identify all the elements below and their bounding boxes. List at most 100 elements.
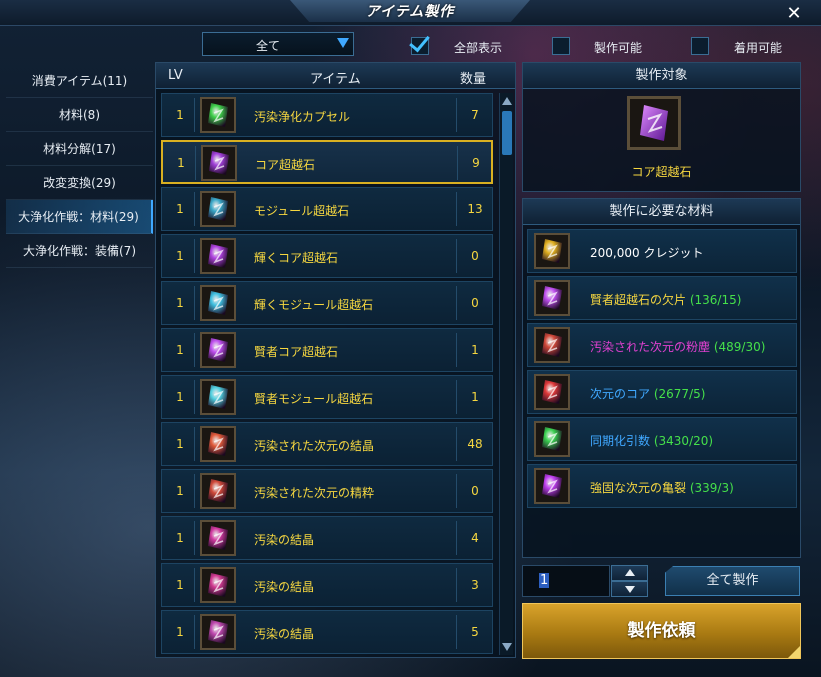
list-scrollbar[interactable]: [499, 93, 513, 655]
item-level: 1: [176, 249, 184, 263]
item-quantity: 1: [471, 390, 479, 404]
craft-target-header: 製作対象: [523, 63, 800, 89]
dimension-core-icon: [534, 374, 570, 410]
list-item[interactable]: 1 汚染浄化カプセル 7: [161, 93, 493, 137]
item-level: 1: [176, 484, 184, 498]
divider: [456, 521, 457, 555]
craft-request-button[interactable]: 製作依頼: [522, 603, 801, 659]
divider: [195, 146, 196, 180]
item-list-panel: LV アイテム 数量 1 汚染浄化カプセル 7 1 コア超越石 9 1 モジュール超越石 13 1…: [155, 62, 516, 658]
dimension-dust-icon: [534, 327, 570, 363]
list-header: LV アイテム 数量: [156, 63, 515, 89]
wearable-checkbox[interactable]: [691, 37, 709, 55]
material-label: 200,000 クレジット: [590, 244, 703, 261]
item-name: 輝くモジュール超越石: [254, 298, 374, 312]
scroll-thumb[interactable]: [502, 111, 512, 155]
arrow-down-icon: [625, 586, 635, 593]
divider: [194, 427, 195, 461]
item-name: 賢者モジュール超越石: [254, 392, 374, 406]
list-item[interactable]: 1 輝くコア超越石 0: [161, 234, 493, 278]
show-all-checkbox[interactable]: [411, 37, 429, 55]
module-stone-icon: [200, 191, 236, 227]
sidebar-item-purification-materials[interactable]: 大浄化作戦：材料(29): [6, 200, 153, 234]
sidebar-item-purification-equipment[interactable]: 大浄化作戦：装備(7): [6, 234, 153, 268]
list-item[interactable]: 1 賢者コア超越石 1: [161, 328, 493, 372]
sage-shard-icon: [534, 280, 570, 316]
scroll-down-icon[interactable]: [502, 643, 512, 651]
divider: [456, 192, 457, 226]
item-name: 汚染の結晶: [254, 533, 315, 547]
category-dropdown[interactable]: 全て: [202, 32, 354, 56]
divider: [456, 333, 457, 367]
material-label: 同期化引数 (3430/20): [590, 432, 713, 449]
header-item: アイテム: [310, 72, 361, 87]
list-item[interactable]: 1 汚染の結晶 4: [161, 516, 493, 560]
material-label: 強固な次元の亀裂 (339/3): [590, 479, 734, 496]
craft-target-panel: 製作対象 コア超越石: [522, 62, 801, 192]
sidebar-item-modification[interactable]: 改変変換(29): [6, 166, 153, 200]
material-name: 汚染された次元の粉塵: [590, 340, 711, 354]
make-all-button[interactable]: 全て製作: [665, 566, 800, 596]
divider: [194, 333, 195, 367]
item-quantity: 5: [471, 625, 479, 639]
divider: [194, 521, 195, 555]
shining-core-stone-icon: [200, 238, 236, 274]
sidebar-item-consumables[interactable]: 消費アイテム(11): [6, 64, 153, 98]
divider: [194, 568, 195, 602]
material-count: (339/3): [689, 481, 734, 495]
item-quantity: 9: [472, 156, 480, 170]
material-item: 200,000 クレジット: [527, 229, 797, 273]
item-level: 1: [176, 343, 184, 357]
window-title: アイテム製作: [365, 4, 455, 20]
quantity-input[interactable]: 1: [522, 565, 610, 597]
divider: [457, 146, 458, 180]
list-item[interactable]: 1 コア超越石 9: [161, 140, 493, 184]
list-item[interactable]: 1 汚染の結晶 5: [161, 610, 493, 654]
list-item[interactable]: 1 モジュール超越石 13: [161, 187, 493, 231]
shining-module-stone-icon: [200, 285, 236, 321]
item-quantity: 13: [467, 202, 483, 216]
divider: [456, 98, 457, 132]
item-name: 汚染浄化カプセル: [254, 110, 351, 124]
quantity-increment[interactable]: [611, 565, 648, 581]
dimension-rift-icon: [534, 468, 570, 504]
list-item[interactable]: 1 汚染の結晶 3: [161, 563, 493, 607]
divider: [456, 427, 457, 461]
material-name: 同期化引数: [590, 434, 651, 448]
item-level: 1: [176, 578, 184, 592]
divider: [456, 286, 457, 320]
item-level: 1: [177, 156, 185, 170]
credit-icon: [534, 233, 570, 269]
dropdown-value: 全て: [255, 39, 280, 53]
list-item[interactable]: 1 汚染された次元の精粋 0: [161, 469, 493, 513]
material-item: 汚染された次元の粉塵 (489/30): [527, 323, 797, 367]
item-name: 汚染された次元の精粋: [254, 486, 375, 500]
item-level: 1: [176, 625, 184, 639]
arrow-up-icon: [625, 569, 635, 576]
list-item[interactable]: 1 賢者モジュール超越石 1: [161, 375, 493, 419]
core-stone-icon: [201, 145, 237, 181]
contamination-crystal-icon: [200, 614, 236, 650]
divider: [456, 380, 457, 414]
material-name: 次元のコア: [590, 387, 651, 401]
dimension-crystal-icon: [200, 426, 236, 462]
scroll-up-icon[interactable]: [502, 97, 512, 105]
close-icon[interactable]: ✕: [784, 4, 804, 24]
item-quantity: 0: [471, 484, 479, 498]
craftable-checkbox[interactable]: [552, 37, 570, 55]
divider: [194, 615, 195, 649]
divider: [456, 474, 457, 508]
material-name: 強固な次元の亀裂: [590, 481, 687, 495]
quantity-decrement[interactable]: [611, 581, 648, 597]
sidebar-item-materials[interactable]: 材料(8): [6, 98, 153, 132]
item-quantity: 3: [471, 578, 479, 592]
capsule-icon: [200, 97, 236, 133]
item-level: 1: [176, 531, 184, 545]
item-quantity: 7: [471, 108, 479, 122]
sidebar-item-material-disassembly[interactable]: 材料分解(17): [6, 132, 153, 166]
list-item[interactable]: 1 輝くモジュール超越石 0: [161, 281, 493, 325]
list-item[interactable]: 1 汚染された次元の結晶 48: [161, 422, 493, 466]
item-quantity: 1: [471, 343, 479, 357]
item-level: 1: [176, 202, 184, 216]
material-label: 賢者超越石の欠片 (136/15): [590, 291, 741, 308]
